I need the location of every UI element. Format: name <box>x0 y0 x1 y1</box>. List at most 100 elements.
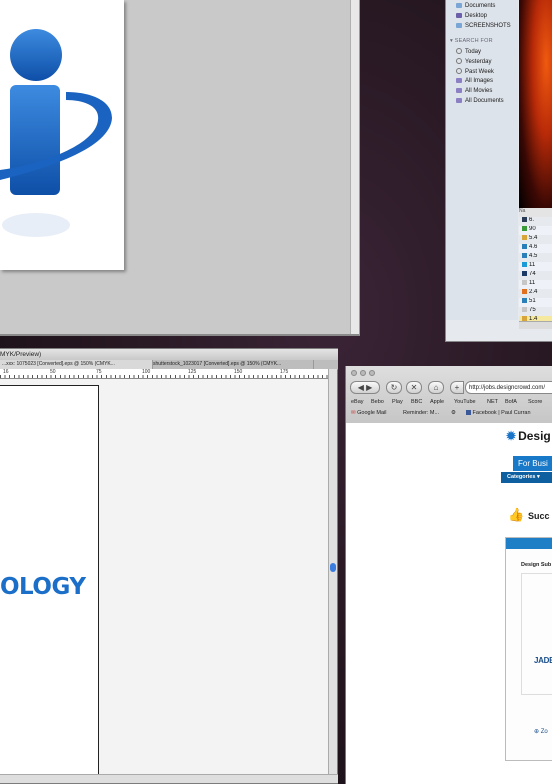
sidebar-item-desktop[interactable]: Desktop <box>456 13 487 19</box>
gear-icon[interactable]: ⚙ <box>451 410 456 416</box>
illustrator-window: MYK/Preview) ...xxx: 1075023 [Converted]… <box>0 348 338 784</box>
column-header-name[interactable]: Na <box>519 208 552 217</box>
file-row[interactable]: 4.6 <box>519 244 552 253</box>
file-icon <box>522 217 527 222</box>
design-submission-label: Design Sub <box>521 562 552 568</box>
thumbs-up-icon: 👍 <box>508 507 525 522</box>
ruler-label: 75 <box>96 369 102 375</box>
vertical-scrollbar[interactable] <box>350 0 359 334</box>
bookmark-apple[interactable]: Apple <box>430 399 444 405</box>
file-row[interactable]: 75 <box>519 307 552 316</box>
file-icon <box>522 253 527 258</box>
bookmark-reminder[interactable]: Reminder: M... <box>403 410 439 416</box>
stop-button[interactable]: ✕ <box>406 381 422 394</box>
tab-document-1[interactable]: ...xxx: 1075023 [Converted].eps @ 150% (… <box>0 360 153 369</box>
clock-icon <box>456 58 462 64</box>
window-title: MYK/Preview) <box>0 349 338 360</box>
file-row[interactable]: 5.4 <box>519 235 552 244</box>
design-panel: Design Sub JADE ⊕ Zo <box>505 537 552 761</box>
preview-window <box>0 0 360 336</box>
horizontal-scrollbar[interactable] <box>519 321 552 329</box>
ruler-label: 150 <box>234 369 243 375</box>
ruler-label: 16 <box>3 369 9 375</box>
smart-folder-icon <box>456 78 462 83</box>
file-row[interactable]: 51 <box>519 298 552 307</box>
plus-icon: + <box>454 383 460 392</box>
design-entry-box[interactable] <box>521 573 552 695</box>
address-bar[interactable]: http://jobs.designcrowd.com/ <box>465 381 552 394</box>
for-business-tab[interactable]: For Busi <box>513 456 552 471</box>
bookmark-net[interactable]: NET <box>487 399 498 405</box>
entry-text: JADE <box>534 656 552 665</box>
home-button[interactable]: ⌂ <box>428 381 444 394</box>
bookmark-facebook[interactable]: Facebook | Paul Curran <box>466 410 531 416</box>
file-row[interactable]: 6. <box>519 217 552 226</box>
close-button[interactable] <box>351 370 357 376</box>
file-row[interactable]: 11 <box>519 280 552 289</box>
mail-icon: ✉ <box>351 410 356 416</box>
file-row[interactable]: 90 <box>519 226 552 235</box>
file-row[interactable]: 4.5 <box>519 253 552 262</box>
image-preview <box>519 0 552 208</box>
file-icon <box>522 289 527 294</box>
file-icon <box>522 307 527 312</box>
sidebar-item-today[interactable]: Today <box>456 48 481 55</box>
forward-icon: ▶ <box>366 383 373 392</box>
folder-icon <box>456 23 462 28</box>
bookmark-youtube[interactable]: YouTube <box>454 399 476 405</box>
bookmark-bbc[interactable]: BBC <box>411 399 422 405</box>
bookmark-google-mail[interactable]: ✉ Google Mail <box>351 410 387 416</box>
document-page <box>0 0 124 270</box>
browser-toolbar: ◀ ▶ ↻ ✕ ⌂ + http://jobs.designcrowd.com/… <box>346 366 552 423</box>
smart-folder-icon <box>456 88 462 93</box>
bookmark-ebay[interactable]: eBay <box>351 399 364 405</box>
file-icon <box>522 280 527 285</box>
bookmark-bofa[interactable]: BofA <box>505 399 517 405</box>
browser-window: ◀ ▶ ↻ ✕ ⌂ + http://jobs.designcrowd.com/… <box>345 366 552 784</box>
sidebar-item-all-images[interactable]: All Images <box>456 78 493 84</box>
file-row[interactable]: 74 <box>519 271 552 280</box>
add-bookmark-button[interactable]: + <box>450 381 464 394</box>
horizontal-scrollbar[interactable] <box>0 774 338 783</box>
logo-reflection-shape <box>2 213 70 237</box>
close-icon: ✕ <box>410 383 418 392</box>
reload-icon: ↻ <box>390 383 398 392</box>
sidebar-item-all-movies[interactable]: All Movies <box>456 88 492 94</box>
sidebar-item-documents[interactable]: Documents <box>456 3 495 9</box>
bookmark-bebo[interactable]: Bebo <box>371 399 384 405</box>
magnifier-icon: ⊕ <box>534 729 540 735</box>
sidebar-item-past-week[interactable]: Past Week <box>456 68 494 75</box>
finder-window: Documents Desktop SCREENSHOTS ▾ SEARCH F… <box>445 0 552 342</box>
scroll-knob[interactable] <box>330 563 336 572</box>
site-logo[interactable]: ✹ Desig <box>506 429 551 443</box>
tab-document-2[interactable]: shutterstock_1023017 [Converted].eps @ 1… <box>151 360 314 369</box>
desktop-icon <box>456 13 462 18</box>
file-icon <box>522 226 527 231</box>
ruler-label: 175 <box>280 369 289 375</box>
file-icon <box>522 235 527 240</box>
search-for-header: ▾ SEARCH FOR <box>450 38 493 44</box>
vertical-scrollbar[interactable] <box>328 369 337 775</box>
success-heading: Succ <box>528 511 550 521</box>
minimize-button[interactable] <box>360 370 366 376</box>
bookmark-play[interactable]: Play <box>392 399 403 405</box>
bookmark-score[interactable]: Score <box>528 399 542 405</box>
zoom-button[interactable] <box>369 370 375 376</box>
file-icon <box>522 271 527 276</box>
folder-icon <box>456 3 462 8</box>
logo-dot-shape <box>10 29 62 81</box>
smart-folder-icon <box>456 98 462 103</box>
reload-button[interactable]: ↻ <box>386 381 402 394</box>
file-icon <box>522 244 527 249</box>
sidebar-item-yesterday[interactable]: Yesterday <box>456 58 491 65</box>
ruler-label: 100 <box>142 369 151 375</box>
zoom-link[interactable]: ⊕ Zo <box>534 728 548 735</box>
back-forward-button[interactable]: ◀ ▶ <box>350 381 380 394</box>
facebook-icon <box>466 410 471 415</box>
sidebar-item-screenshots[interactable]: SCREENSHOTS <box>456 23 511 29</box>
logo-graphic <box>0 29 112 237</box>
sidebar-item-all-documents[interactable]: All Documents <box>456 98 504 104</box>
categories-dropdown[interactable]: Categories ▾ <box>501 472 552 483</box>
file-row[interactable]: 11 <box>519 262 552 271</box>
file-row[interactable]: 2.4 <box>519 289 552 298</box>
